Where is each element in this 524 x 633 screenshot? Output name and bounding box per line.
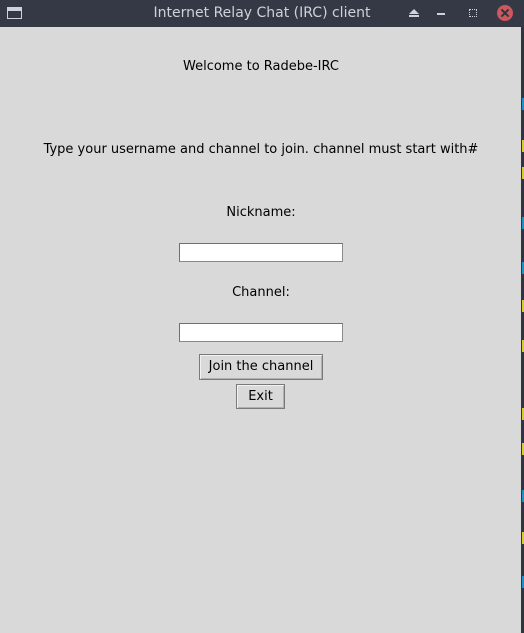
irc-client-window: Internet Relay Chat (IRC) client Welcome… (0, 0, 524, 633)
nickname-input[interactable] (179, 243, 343, 262)
close-button[interactable] (496, 4, 514, 22)
join-channel-button[interactable]: Join the channel (199, 354, 323, 380)
exit-button[interactable]: Exit (236, 384, 285, 409)
close-icon (497, 5, 513, 21)
nickname-label: Nickname: (226, 205, 296, 220)
window-menu-icon[interactable] (7, 7, 22, 19)
welcome-label: Welcome to Radebe-IRC (183, 59, 339, 74)
window-title: Internet Relay Chat (IRC) client (153, 5, 371, 21)
titlebar[interactable]: Internet Relay Chat (IRC) client (0, 0, 524, 27)
channel-input[interactable] (179, 323, 343, 342)
shade-button[interactable] (405, 4, 423, 22)
instructions-label: Type your username and channel to join. … (43, 142, 479, 157)
channel-label: Channel: (232, 285, 290, 300)
minimize-button[interactable] (432, 4, 450, 22)
maximize-button[interactable] (464, 4, 482, 22)
main-panel: Welcome to Radebe-IRC Type your username… (1, 27, 521, 633)
